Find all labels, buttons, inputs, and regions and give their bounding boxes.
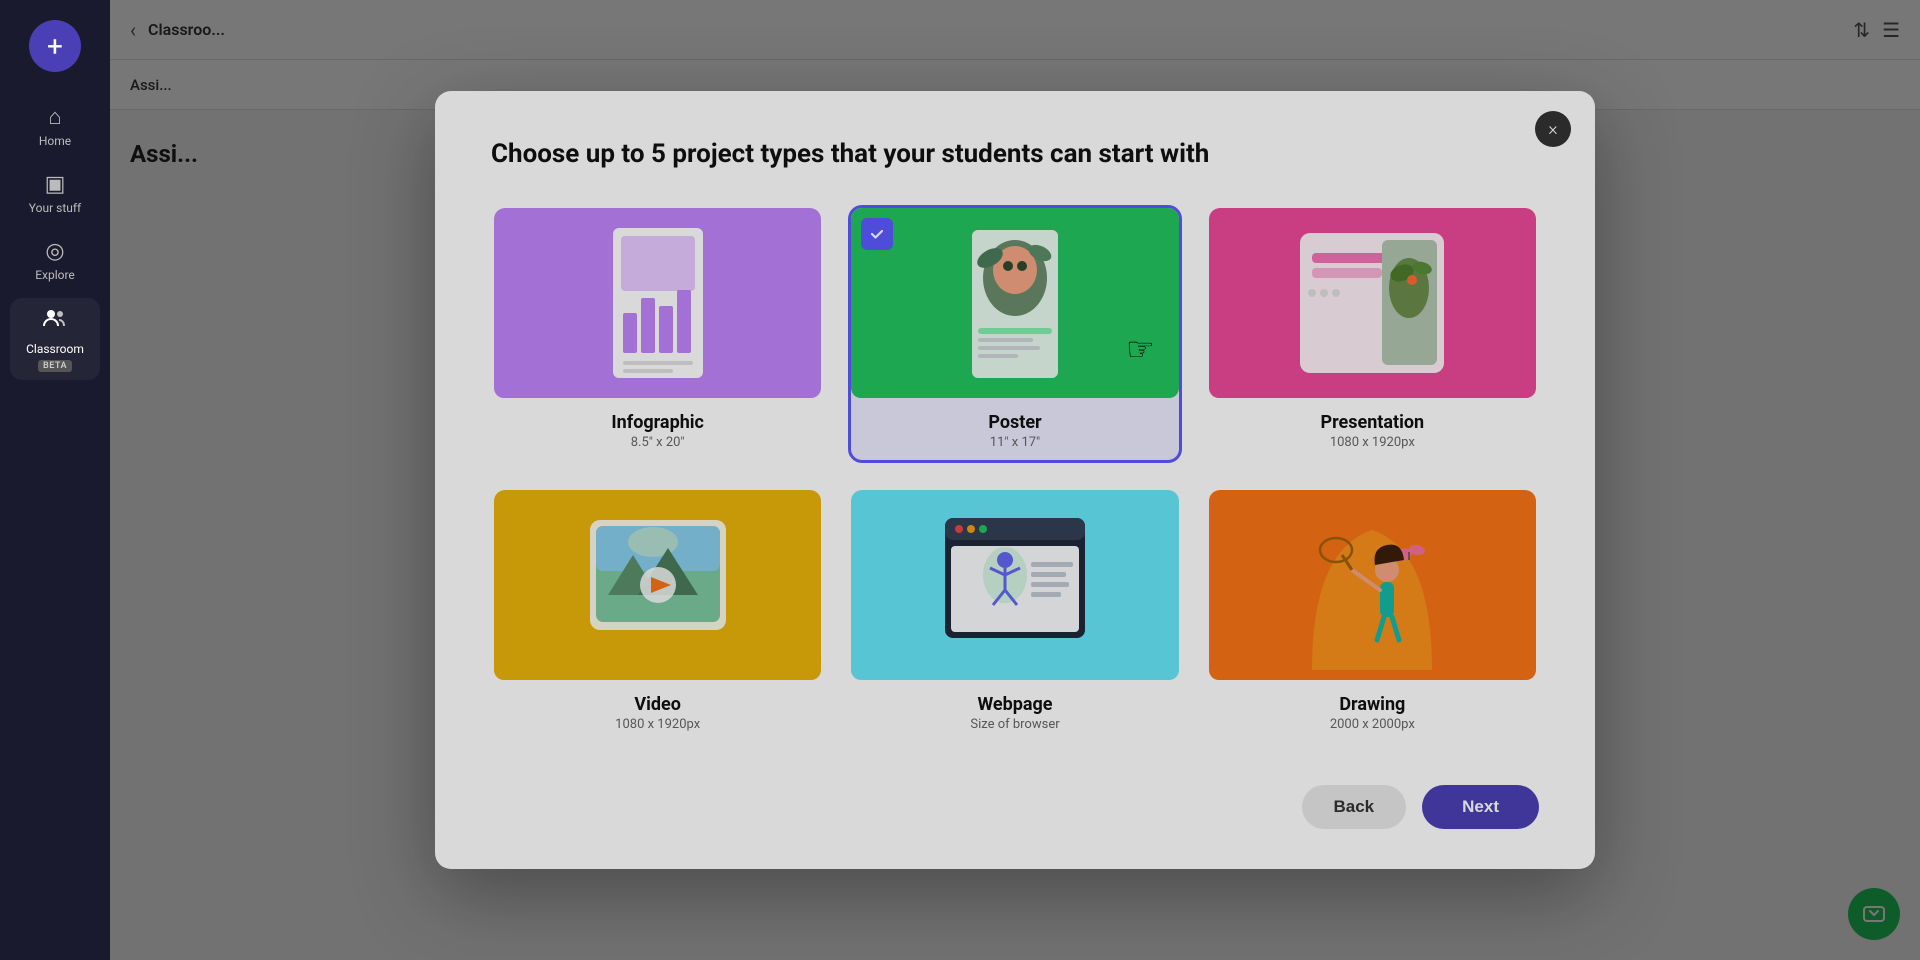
project-card-drawing[interactable]: Drawing 2000 x 2000px: [1206, 487, 1539, 745]
explore-icon: ◎: [45, 239, 64, 264]
thumb-infographic: [494, 208, 821, 398]
next-button[interactable]: Next: [1422, 785, 1539, 829]
modal-backdrop: × Choose up to 5 project types that your…: [110, 0, 1920, 960]
video-size: 1080 x 1920px: [502, 717, 813, 732]
sidebar-label-stuff: Your stuff: [29, 201, 81, 215]
sidebar-label-home: Home: [39, 134, 71, 148]
video-name: Video: [502, 694, 813, 715]
beta-badge: BETA: [38, 360, 72, 372]
sidebar-item-classroom[interactable]: Classroom BETA: [10, 298, 100, 380]
presentation-name: Presentation: [1217, 412, 1528, 433]
webpage-info: Webpage Size of browser: [851, 680, 1178, 742]
infographic-info: Infographic 8.5" x 20": [494, 398, 821, 460]
back-button[interactable]: Back: [1302, 785, 1407, 829]
modal-footer: Back Next: [491, 785, 1539, 829]
infographic-size: 8.5" x 20": [502, 435, 813, 450]
home-icon: ⌂: [48, 104, 61, 130]
webpage-name: Webpage: [859, 694, 1170, 715]
stuff-icon: ▣: [45, 172, 66, 197]
sidebar-label-explore: Explore: [35, 268, 75, 282]
classroom-icon: [42, 306, 68, 338]
drawing-size: 2000 x 2000px: [1217, 717, 1528, 732]
selected-check-icon: [861, 218, 893, 250]
project-card-infographic[interactable]: Infographic 8.5" x 20": [491, 205, 824, 463]
close-button[interactable]: ×: [1535, 111, 1571, 147]
main-content: ‹ Classroo... ⇅ ☰ Assi... Assi... × Choo…: [110, 0, 1920, 960]
drawing-info: Drawing 2000 x 2000px: [1209, 680, 1536, 742]
add-button[interactable]: +: [29, 20, 81, 72]
plus-icon: +: [47, 30, 63, 63]
sidebar-item-explore[interactable]: ◎ Explore: [10, 231, 100, 290]
infographic-name: Infographic: [502, 412, 813, 433]
project-card-webpage[interactable]: Webpage Size of browser: [848, 487, 1181, 745]
presentation-size: 1080 x 1920px: [1217, 435, 1528, 450]
poster-size: 11" x 17": [859, 435, 1170, 450]
sidebar-label-classroom: Classroom: [26, 342, 84, 356]
cursor-icon: ☞: [1126, 330, 1155, 368]
webpage-size: Size of browser: [859, 717, 1170, 732]
thumb-presentation: [1209, 208, 1536, 398]
poster-info: Poster 11" x 17": [851, 398, 1178, 460]
modal-dialog: × Choose up to 5 project types that your…: [435, 91, 1595, 869]
thumb-poster: ☞: [851, 208, 1178, 398]
project-card-presentation[interactable]: Presentation 1080 x 1920px: [1206, 205, 1539, 463]
thumb-webpage: [851, 490, 1178, 680]
thumb-drawing: [1209, 490, 1536, 680]
thumb-video: [494, 490, 821, 680]
poster-name: Poster: [859, 412, 1170, 433]
project-card-video[interactable]: Video 1080 x 1920px: [491, 487, 824, 745]
modal-title: Choose up to 5 project types that your s…: [491, 139, 1539, 169]
video-info: Video 1080 x 1920px: [494, 680, 821, 742]
presentation-info: Presentation 1080 x 1920px: [1209, 398, 1536, 460]
project-grid: Infographic 8.5" x 20": [491, 205, 1539, 745]
sidebar-item-your-stuff[interactable]: ▣ Your stuff: [10, 164, 100, 223]
project-card-poster[interactable]: ☞ Poster 11" x 17": [848, 205, 1181, 463]
drawing-name: Drawing: [1217, 694, 1528, 715]
sidebar-item-home[interactable]: ⌂ Home: [10, 96, 100, 156]
sidebar: + ⌂ Home ▣ Your stuff ◎ Explore Classroo…: [0, 0, 110, 960]
